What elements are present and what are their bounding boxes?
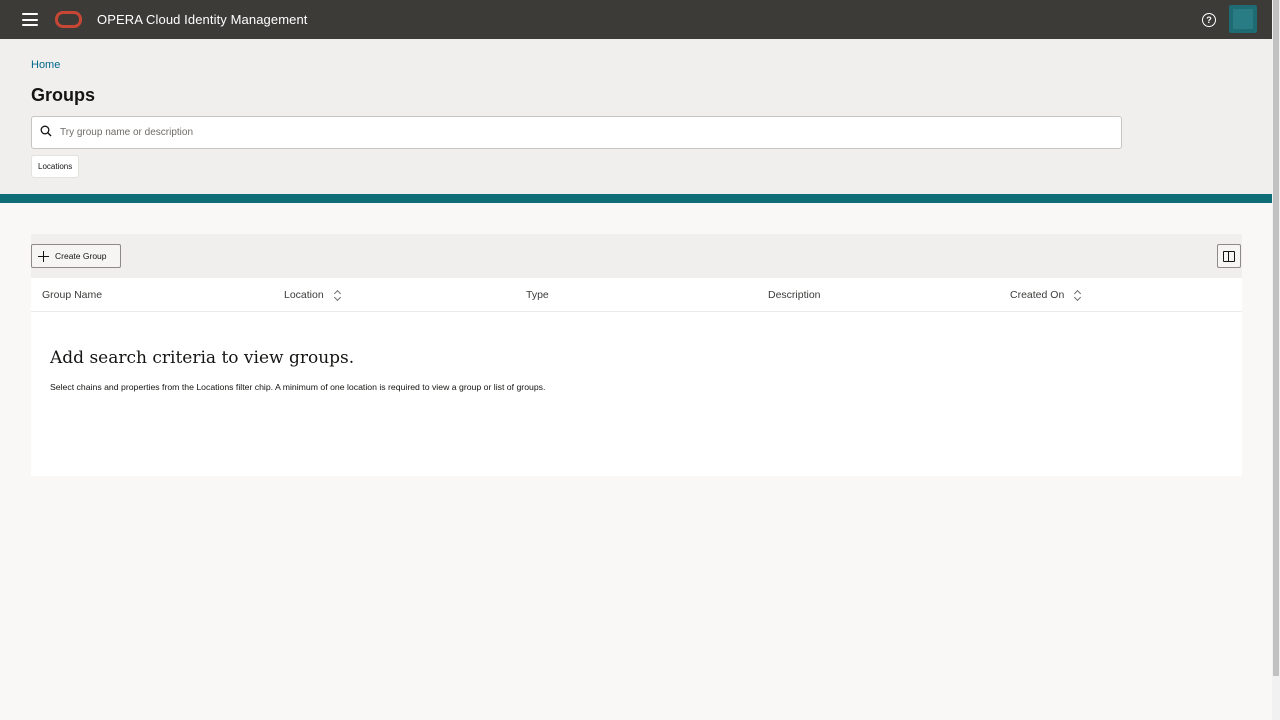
page-title: Groups [31,85,96,105]
app-title: OPERA Cloud Identity Management [97,12,308,27]
page-scrollbar[interactable] [1272,0,1280,720]
column-label: Location [284,289,324,301]
column-label: Description [768,289,821,301]
column-header-created-on[interactable]: Created On [1010,289,1081,301]
create-group-label: Create Group [55,251,107,261]
search-box[interactable] [31,116,1122,149]
empty-state-description: Select chains and properties from the Lo… [50,382,546,392]
column-layout-button[interactable] [1217,244,1241,268]
breadcrumb-home[interactable]: Home [31,59,60,71]
search-icon [40,125,52,137]
sort-icon[interactable] [334,290,341,301]
column-header-location[interactable]: Location [284,289,341,301]
help-icon[interactable]: ? [1202,13,1216,27]
column-label: Created On [1010,289,1065,301]
column-header-type[interactable]: Type [526,289,549,301]
column-header-description[interactable]: Description [768,289,821,301]
column-label: Group Name [42,289,103,301]
plus-icon [38,250,49,262]
table-header: Group Name Location Type Description Cre… [31,278,1242,312]
column-header-group-name[interactable]: Group Name [42,289,102,301]
top-bar: OPERA Cloud Identity Management ? [0,0,1272,39]
scrollbar-thumb[interactable] [1273,0,1279,676]
sort-icon[interactable] [1074,290,1081,301]
create-group-button[interactable]: Create Group [31,244,121,268]
user-avatar[interactable] [1229,5,1257,33]
search-input[interactable] [60,117,1110,148]
locations-filter-chip[interactable]: Locations [31,155,80,178]
table-toolbar: Create Group [31,234,1242,278]
oracle-logo-icon [55,11,82,28]
hamburger-menu-icon[interactable] [22,13,38,26]
column-layout-icon [1223,250,1235,262]
column-label: Type [526,289,549,301]
page-header: Home Groups Locations [0,39,1272,194]
empty-state-title: Add search criteria to view groups. [50,348,355,368]
groups-table: Group Name Location Type Description Cre… [31,278,1242,476]
accent-band [0,194,1272,203]
